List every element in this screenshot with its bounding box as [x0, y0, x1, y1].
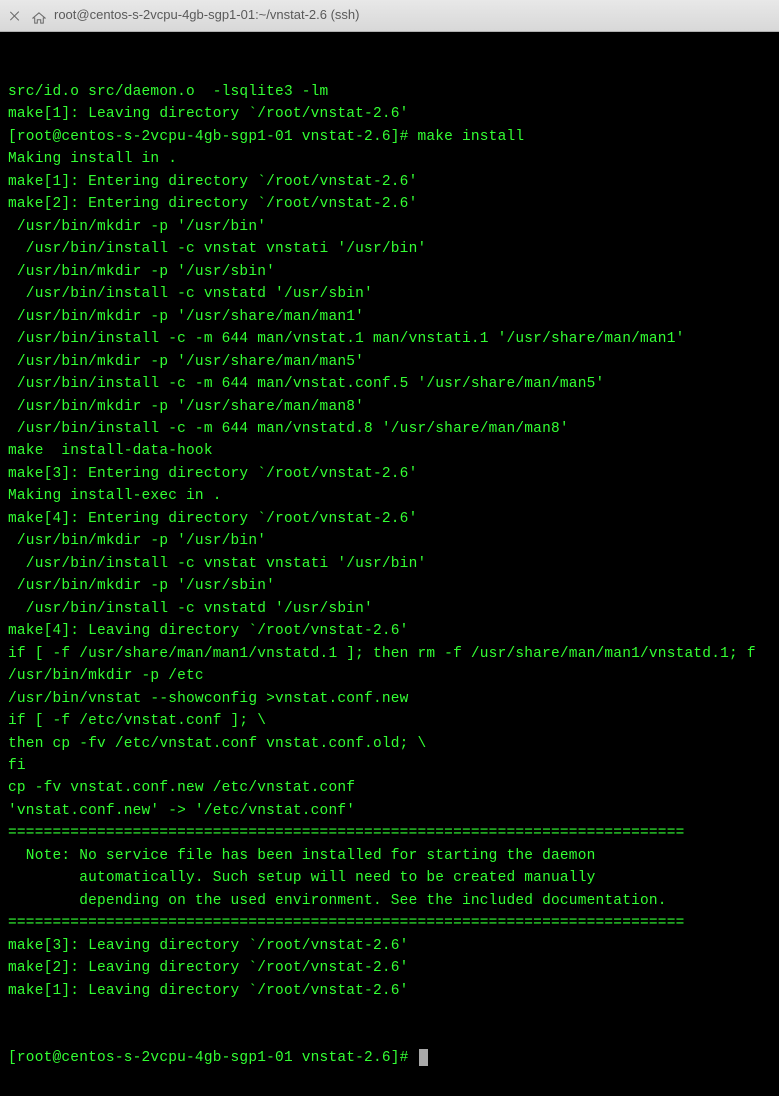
terminal-line: /usr/bin/mkdir -p '/usr/bin': [8, 530, 771, 552]
terminal-output[interactable]: src/id.o src/daemon.o -lsqlite3 -lmmake[…: [0, 32, 779, 1096]
terminal-line: /usr/bin/install -c -m 644 man/vnstatd.8…: [8, 418, 771, 440]
terminal-prompt[interactable]: [root@centos-s-2vcpu-4gb-sgp1-01 vnstat-…: [8, 1047, 771, 1069]
terminal-line: cp -fv vnstat.conf.new /etc/vnstat.conf: [8, 777, 771, 799]
terminal-line: Making install-exec in .: [8, 485, 771, 507]
terminal-line: /usr/bin/mkdir -p '/usr/share/man/man5': [8, 351, 771, 373]
terminal-line: /usr/bin/mkdir -p '/usr/sbin': [8, 261, 771, 283]
terminal-line: Making install in .: [8, 148, 771, 170]
terminal-line: ========================================…: [8, 912, 771, 934]
prompt-text: [root@centos-s-2vcpu-4gb-sgp1-01 vnstat-…: [8, 1050, 417, 1066]
terminal-line: make[2]: Entering directory `/root/vnsta…: [8, 193, 771, 215]
terminal-line: make[1]: Leaving directory `/root/vnstat…: [8, 980, 771, 1002]
cursor-icon: [419, 1049, 428, 1066]
window-title: root@centos-s-2vcpu-4gb-sgp1-01:~/vnstat…: [54, 5, 359, 25]
terminal-line: make[3]: Entering directory `/root/vnsta…: [8, 463, 771, 485]
window-titlebar: root@centos-s-2vcpu-4gb-sgp1-01:~/vnstat…: [0, 0, 779, 32]
home-icon: [32, 10, 46, 22]
terminal-line: /usr/bin/mkdir -p '/usr/bin': [8, 216, 771, 238]
terminal-line: /usr/bin/mkdir -p /etc: [8, 665, 771, 687]
terminal-line: automatically. Such setup will need to b…: [8, 867, 771, 889]
close-icon[interactable]: [10, 11, 20, 21]
terminal-line: /usr/bin/install -c -m 644 man/vnstat.co…: [8, 373, 771, 395]
terminal-line: [root@centos-s-2vcpu-4gb-sgp1-01 vnstat-…: [8, 126, 771, 148]
terminal-line: /usr/bin/install -c vnstat vnstati '/usr…: [8, 238, 771, 260]
terminal-line: /usr/bin/install -c vnstatd '/usr/sbin': [8, 598, 771, 620]
terminal-line: make install-data-hook: [8, 440, 771, 462]
terminal-line: then cp -fv /etc/vnstat.conf vnstat.conf…: [8, 733, 771, 755]
terminal-line: ========================================…: [8, 822, 771, 844]
terminal-line: make[3]: Leaving directory `/root/vnstat…: [8, 935, 771, 957]
terminal-line: /usr/bin/mkdir -p '/usr/share/man/man8': [8, 396, 771, 418]
terminal-line: 'vnstat.conf.new' -> '/etc/vnstat.conf': [8, 800, 771, 822]
terminal-line: Note: No service file has been installed…: [8, 845, 771, 867]
terminal-line: /usr/bin/install -c vnstatd '/usr/sbin': [8, 283, 771, 305]
terminal-line: fi: [8, 755, 771, 777]
terminal-line: if [ -f /etc/vnstat.conf ]; \: [8, 710, 771, 732]
terminal-line: /usr/bin/mkdir -p '/usr/sbin': [8, 575, 771, 597]
terminal-line: /usr/bin/install -c -m 644 man/vnstat.1 …: [8, 328, 771, 350]
terminal-line: make[2]: Leaving directory `/root/vnstat…: [8, 957, 771, 979]
terminal-line: src/id.o src/daemon.o -lsqlite3 -lm: [8, 81, 771, 103]
terminal-line: make[1]: Entering directory `/root/vnsta…: [8, 171, 771, 193]
terminal-line: make[1]: Leaving directory `/root/vnstat…: [8, 103, 771, 125]
terminal-line: make[4]: Entering directory `/root/vnsta…: [8, 508, 771, 530]
terminal-line: /usr/bin/vnstat --showconfig >vnstat.con…: [8, 688, 771, 710]
terminal-line: depending on the used environment. See t…: [8, 890, 771, 912]
terminal-line: if [ -f /usr/share/man/man1/vnstatd.1 ];…: [8, 643, 771, 665]
terminal-line: /usr/bin/install -c vnstat vnstati '/usr…: [8, 553, 771, 575]
terminal-line: make[4]: Leaving directory `/root/vnstat…: [8, 620, 771, 642]
terminal-line: /usr/bin/mkdir -p '/usr/share/man/man1': [8, 306, 771, 328]
